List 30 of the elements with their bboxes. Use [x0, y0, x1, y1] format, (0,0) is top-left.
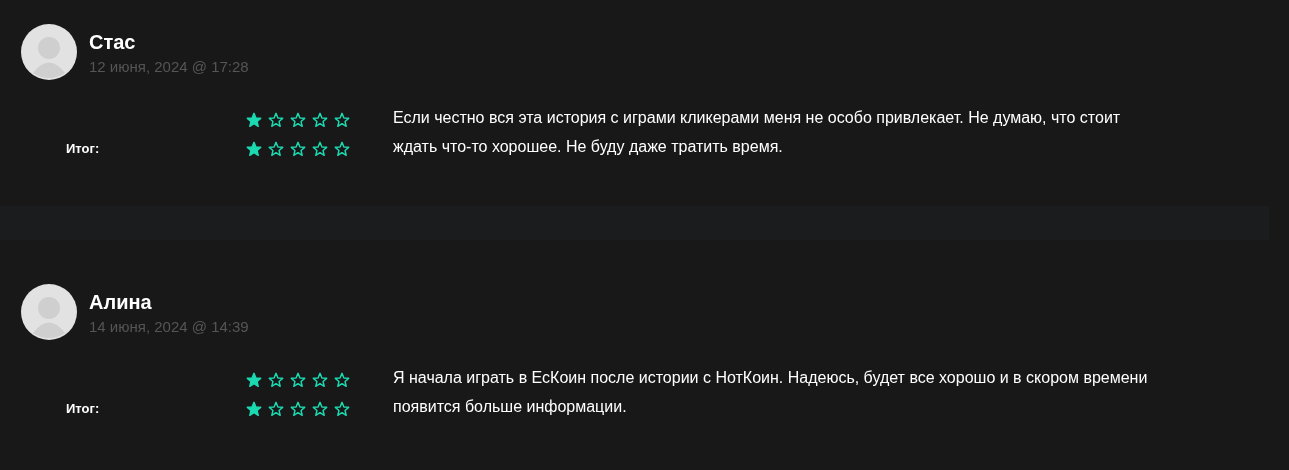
- star-outline-icon: [290, 111, 306, 128]
- star-outline-icon: [312, 371, 328, 388]
- star-outline-icon: [334, 140, 350, 157]
- review-date: 14 июня, 2024 @ 14:39: [89, 317, 249, 337]
- star-outline-icon: [268, 400, 284, 417]
- star-outline-icon: [268, 371, 284, 388]
- avatar-icon: [21, 24, 77, 80]
- author-name: Алина: [89, 290, 153, 314]
- star-outline-icon: [312, 111, 328, 128]
- star-outline-icon: [268, 140, 284, 157]
- rating-label: Итог:: [66, 141, 100, 156]
- star-filled-icon: [246, 111, 262, 128]
- rating-label: Итог:: [66, 401, 100, 416]
- star-outline-icon: [334, 400, 350, 417]
- star-outline-icon: [290, 371, 306, 388]
- star-outline-icon: [290, 140, 306, 157]
- star-outline-icon: [334, 111, 350, 128]
- star-outline-icon: [312, 400, 328, 417]
- review-text: Я начала играть в ЕсКоин после истории с НотКоин. Надеюсь, будет все хорошо и в скором времени появится больше информации.: [393, 368, 1149, 417]
- review-date: 12 июня, 2024 @ 17:28: [89, 57, 249, 77]
- avatar-icon: [21, 284, 77, 340]
- star-filled-icon: [246, 140, 262, 157]
- star-outline-icon: [312, 140, 328, 157]
- star-outline-icon: [268, 111, 284, 128]
- review-text: Если честно вся эта история с играми кликерами меня не особо привлекает. Не думаю, что стоит ждать что-то хорошее. Не буду даже тратить время.: [393, 108, 1122, 157]
- star-outline-icon: [290, 400, 306, 417]
- star-filled-icon: [246, 371, 262, 388]
- star-outline-icon: [334, 371, 350, 388]
- star-filled-icon: [246, 400, 262, 417]
- author-name: Стас: [89, 30, 137, 54]
